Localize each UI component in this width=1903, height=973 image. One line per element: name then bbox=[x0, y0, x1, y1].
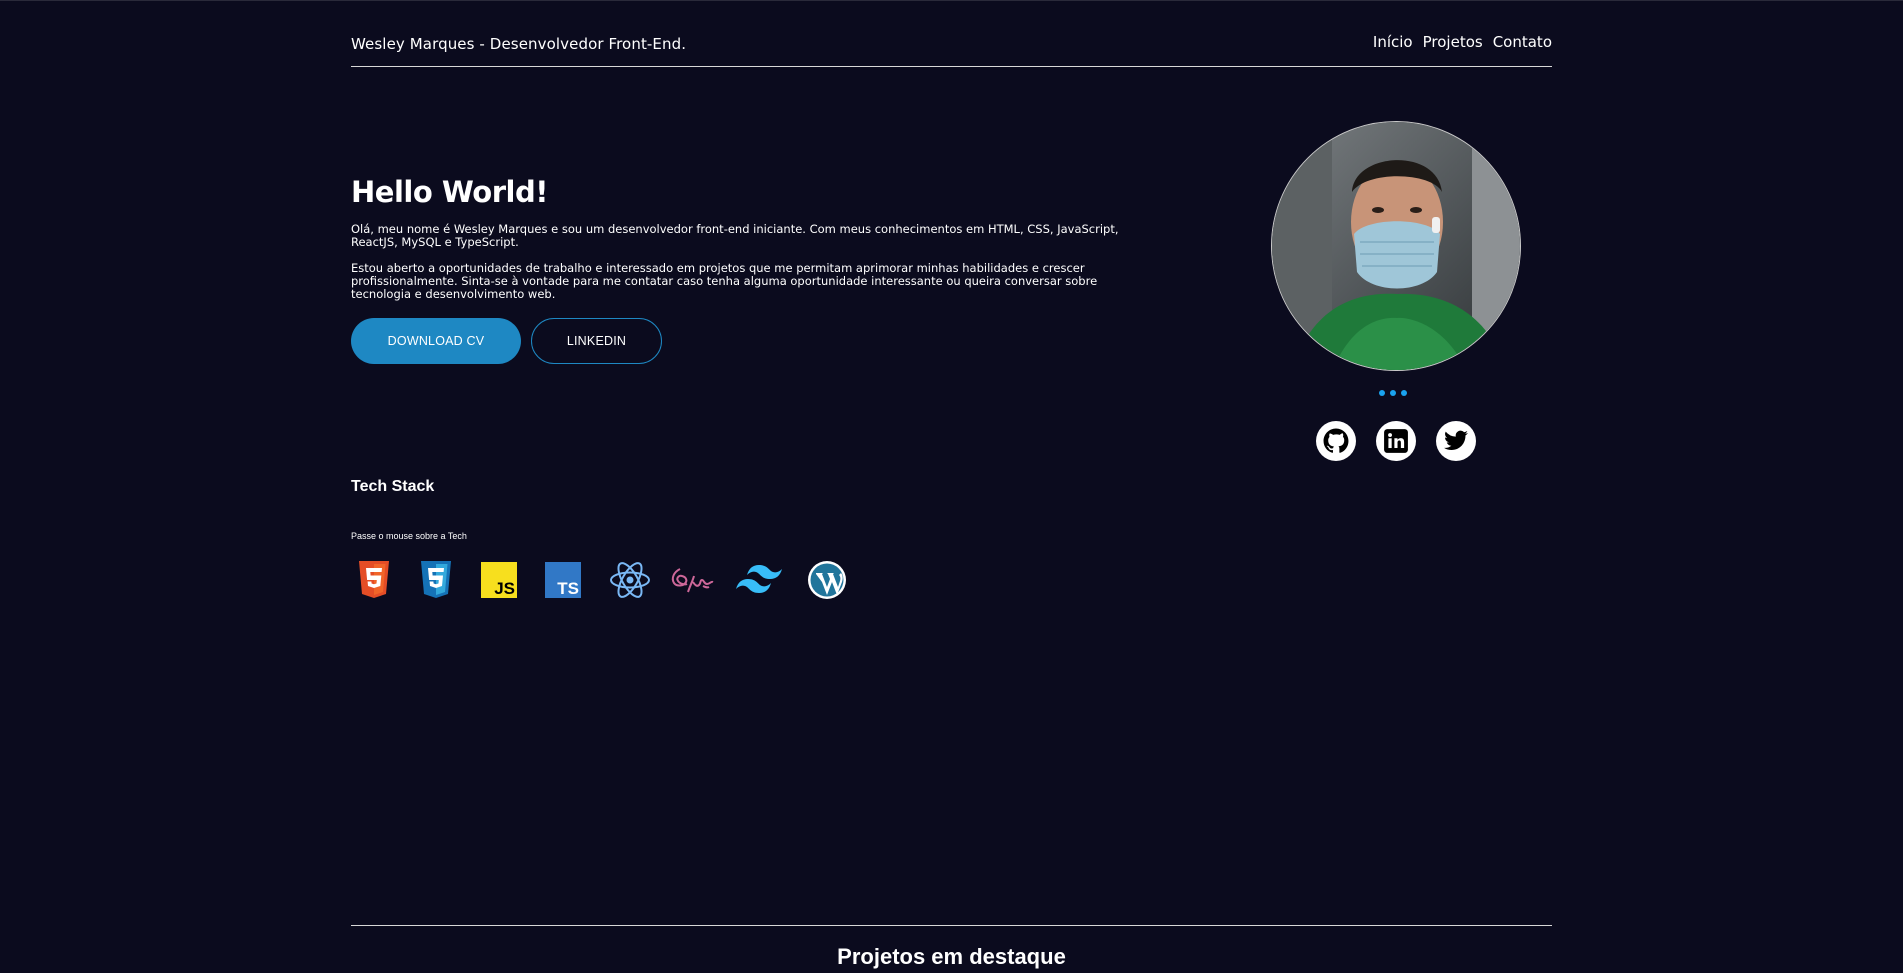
typescript-icon[interactable]: TS bbox=[545, 560, 581, 600]
main-nav: Início Projetos Contato bbox=[1373, 33, 1552, 51]
linkedin-button[interactable]: LINKEDIN bbox=[531, 318, 662, 364]
download-cv-button[interactable]: DOWNLOAD CV bbox=[351, 318, 521, 364]
section-divider bbox=[351, 925, 1552, 926]
typescript-label: TS bbox=[557, 579, 579, 598]
nav-link-inicio[interactable]: Início bbox=[1373, 33, 1413, 51]
hero-title: Hello World! bbox=[351, 175, 548, 209]
linkedin-icon bbox=[1384, 429, 1408, 453]
css3-icon[interactable] bbox=[419, 560, 453, 600]
sass-icon[interactable] bbox=[669, 560, 715, 600]
profile-photo bbox=[1272, 122, 1520, 370]
carousel-dot[interactable] bbox=[1379, 390, 1385, 396]
site-brand[interactable]: Wesley Marques - Desenvolvedor Front-End… bbox=[351, 35, 686, 53]
twitter-link[interactable] bbox=[1436, 421, 1476, 461]
linkedin-link[interactable] bbox=[1376, 421, 1416, 461]
site-header: Wesley Marques - Desenvolvedor Front-End… bbox=[351, 30, 1552, 67]
tech-icons-list: JS TS bbox=[357, 560, 875, 600]
tailwind-icon[interactable] bbox=[735, 560, 783, 600]
javascript-label: JS bbox=[494, 579, 515, 598]
carousel-dots[interactable] bbox=[1379, 390, 1407, 396]
carousel-dot[interactable] bbox=[1390, 390, 1396, 396]
hero-availability-text: Estou aberto a oportunidades de trabalho… bbox=[351, 261, 1098, 301]
tech-stack-hint: Passe o mouse sobre a Tech bbox=[351, 531, 467, 541]
hero-intro-text: Olá, meu nome é Wesley Marques e sou um … bbox=[351, 222, 1119, 249]
carousel-dot[interactable] bbox=[1401, 390, 1407, 396]
projects-section-title: Projetos em destaque bbox=[837, 944, 1066, 969]
wordpress-icon[interactable] bbox=[807, 560, 847, 600]
avatar bbox=[1271, 121, 1521, 371]
nav-link-projetos[interactable]: Projetos bbox=[1423, 33, 1483, 51]
html5-icon[interactable] bbox=[357, 560, 391, 600]
github-icon bbox=[1323, 428, 1349, 453]
nav-link-contato[interactable]: Contato bbox=[1493, 33, 1552, 51]
react-icon[interactable] bbox=[609, 560, 651, 600]
page-container: Wesley Marques - Desenvolvedor Front-End… bbox=[351, 0, 1552, 973]
twitter-icon bbox=[1444, 430, 1468, 450]
github-link[interactable] bbox=[1316, 421, 1356, 461]
social-links bbox=[1316, 421, 1476, 461]
tech-stack-title: Tech Stack bbox=[351, 478, 435, 495]
javascript-icon[interactable]: JS bbox=[481, 560, 517, 600]
